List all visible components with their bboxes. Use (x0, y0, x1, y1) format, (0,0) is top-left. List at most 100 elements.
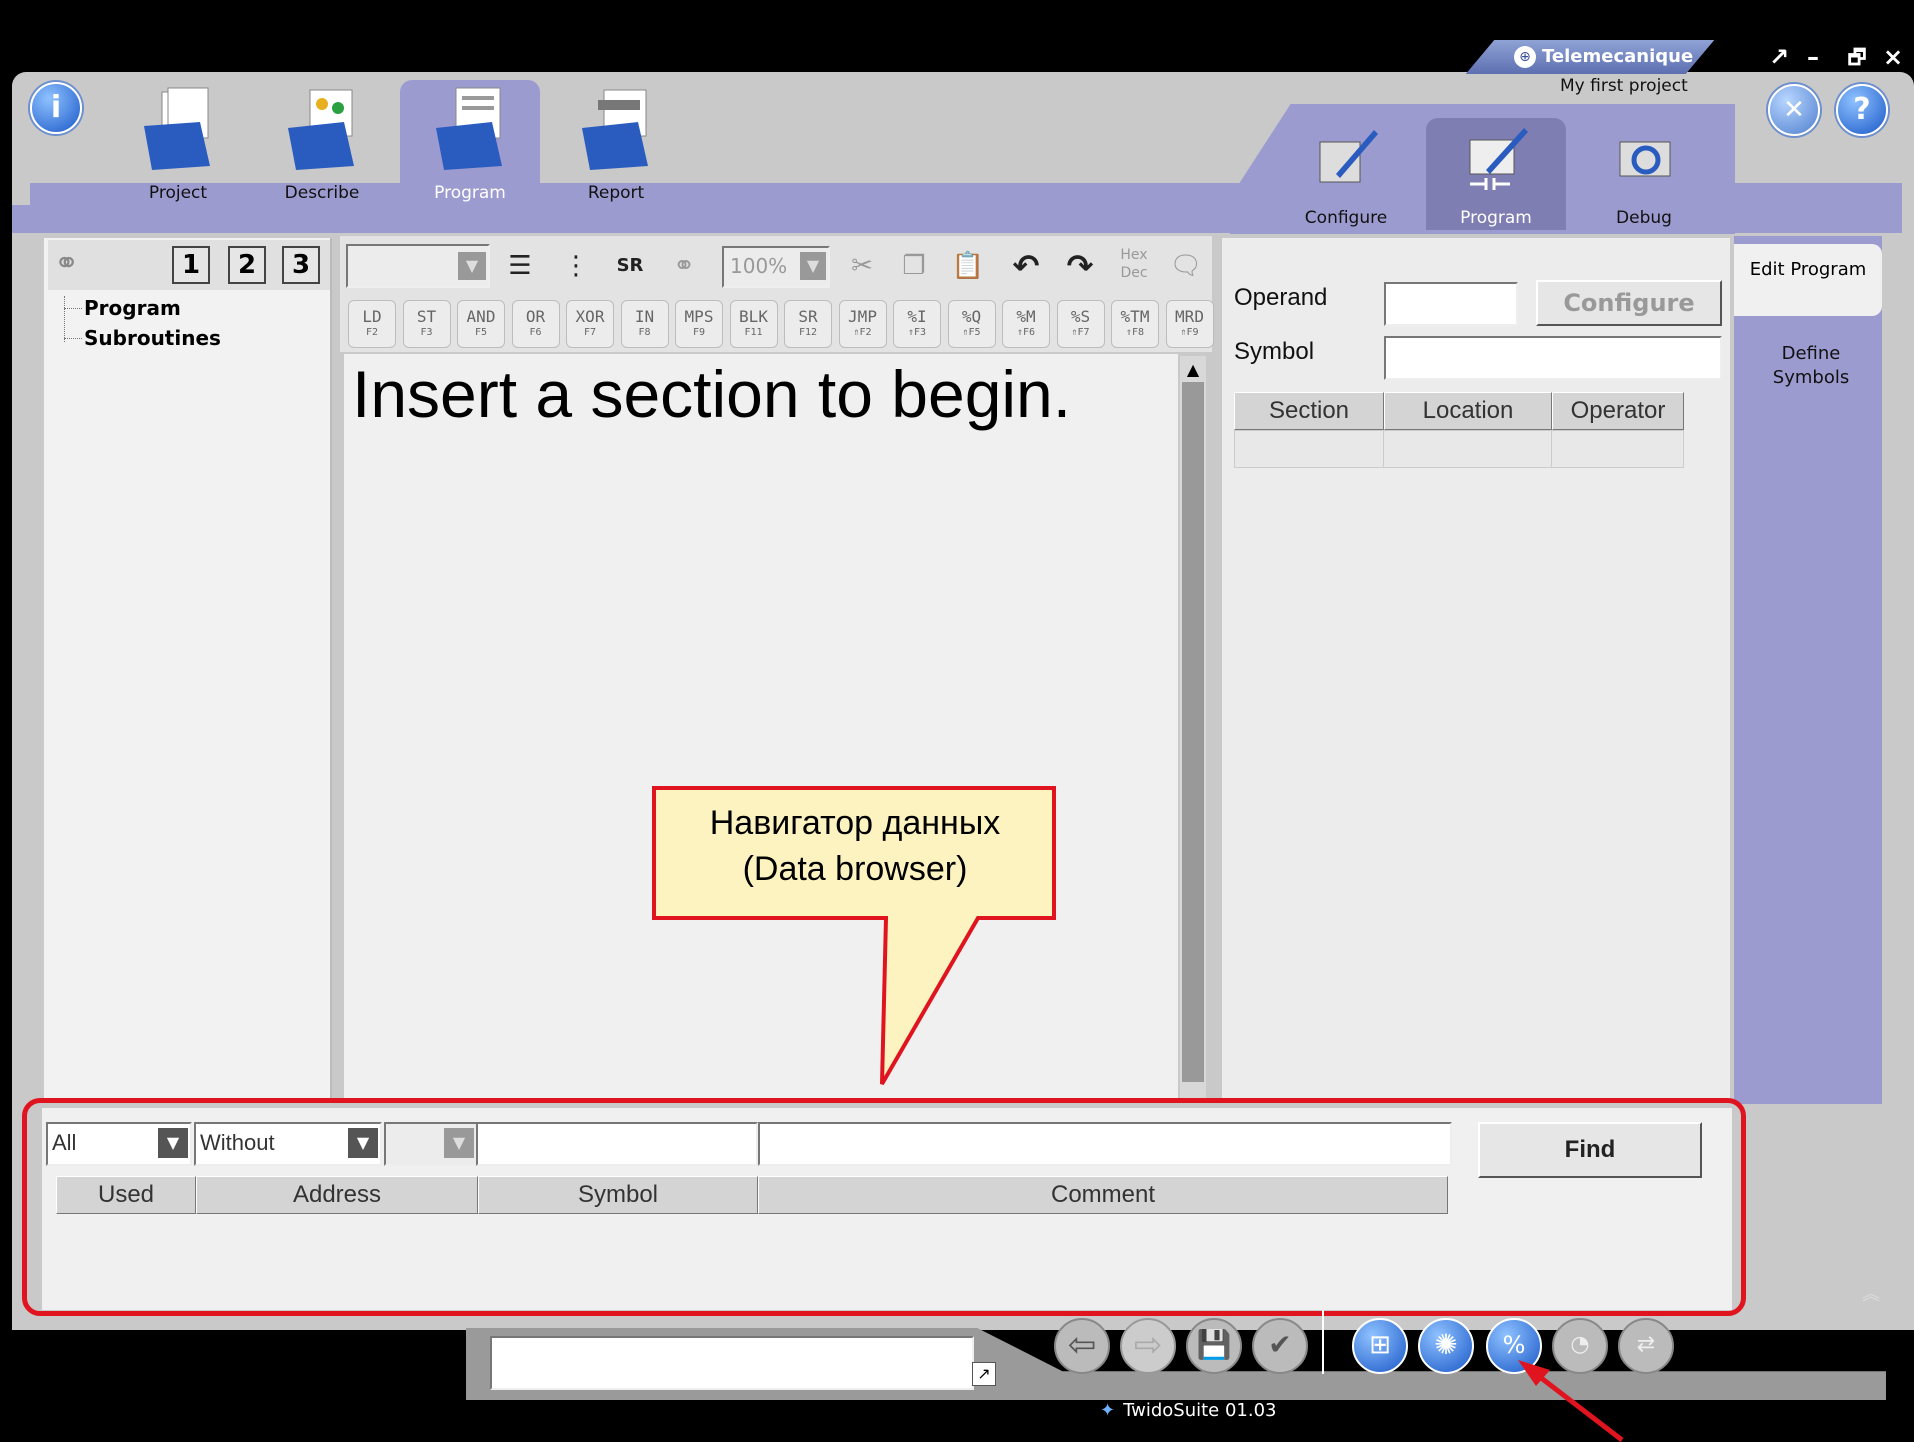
instruction-button[interactable]: XOR F7 (566, 300, 614, 348)
view-1-button[interactable]: 1 (172, 246, 210, 284)
copy-icon[interactable]: ❐ (894, 246, 934, 286)
instruction-key: %I (907, 307, 927, 326)
zoom-select[interactable]: 100% ▼ (722, 246, 830, 288)
operand-table-row (1234, 430, 1684, 468)
cross-reference-icon[interactable]: ✺ (1418, 1318, 1474, 1374)
symbol-input[interactable] (1384, 336, 1722, 380)
instruction-button[interactable]: %I ⇑F3 (893, 300, 941, 348)
instruction-button[interactable]: BLK F11 (729, 300, 778, 348)
instruction-shortcut: F12 (798, 327, 818, 338)
instruction-key: IN (634, 307, 655, 326)
task-edit-program[interactable]: Edit Program (1734, 244, 1882, 316)
tree-item-program[interactable]: Program (84, 296, 181, 320)
column-location[interactable]: Location (1384, 392, 1552, 430)
forward-icon[interactable]: ⇨ (1120, 1318, 1176, 1374)
insert-subroutine-icon[interactable]: ⋮ (556, 246, 596, 286)
window-minimize-button[interactable]: – (1798, 42, 1828, 72)
describe-folder-icon (288, 89, 354, 170)
instruction-key: %TM (1120, 307, 1150, 326)
instruction-button[interactable]: MRD ⇑F9 (1165, 300, 1214, 348)
tab-program[interactable]: Program (400, 80, 540, 205)
instruction-button[interactable]: ST F3 (402, 300, 451, 348)
instruction-shortcut: F8 (638, 327, 651, 338)
insert-section-icon[interactable]: ☰ (500, 246, 540, 286)
project-folder-icon (144, 87, 210, 170)
link-icon[interactable]: ⚭ (54, 246, 79, 281)
comment-icon[interactable]: 🗨 (1166, 246, 1206, 286)
instruction-button[interactable]: %Q ⇑F5 (947, 300, 996, 348)
instruction-shortcut: ⇑F3 (907, 327, 927, 338)
link-icon[interactable]: ⚭ (664, 246, 704, 286)
task-define-symbols[interactable]: Define Symbols (1766, 342, 1856, 390)
subtab-debug[interactable]: Debug (1574, 118, 1714, 230)
instruction-shortcut: ⇑F5 (962, 327, 981, 338)
instruction-button[interactable]: MPS F9 (675, 300, 723, 348)
expand-icon[interactable]: ↗ (972, 1362, 996, 1386)
instruction-key: JMP (848, 307, 877, 326)
debug-icon (1619, 141, 1671, 177)
info-icon[interactable]: i (30, 82, 82, 134)
editor-scrollbar[interactable]: ▲ (1180, 356, 1206, 1100)
instruction-button[interactable]: JMP ⇑F2 (838, 300, 887, 348)
window-close-button[interactable]: × (1878, 42, 1908, 72)
instruction-button[interactable]: %M ⇑F6 (1002, 300, 1050, 348)
cut-icon[interactable]: ✂ (842, 246, 882, 286)
help-icon[interactable]: ? (1836, 84, 1888, 136)
instruction-button[interactable]: AND F5 (457, 300, 505, 348)
pointer-arrow (1518, 1360, 1624, 1442)
instruction-button[interactable]: %TM ⇑F8 (1111, 300, 1159, 348)
instruction-shortcut: ⇑F6 (1016, 327, 1036, 338)
instruction-button[interactable]: LD F2 (348, 300, 396, 348)
save-icon[interactable]: 💾 (1186, 1318, 1242, 1374)
tree-branch (64, 338, 82, 339)
operand-input[interactable] (1384, 282, 1518, 326)
message-field[interactable] (490, 1336, 974, 1390)
instruction-button[interactable]: IN F8 (620, 300, 669, 348)
configure-button[interactable]: Configure (1536, 280, 1722, 326)
redo-icon[interactable]: ↷ (1060, 246, 1100, 286)
instruction-key: MPS (684, 307, 714, 326)
instruction-button[interactable]: OR F6 (511, 300, 560, 348)
tree-lines (64, 296, 83, 342)
tab-describe[interactable]: Describe (252, 80, 392, 205)
undo-icon[interactable]: ↶ (1006, 246, 1046, 286)
collapse-icon[interactable]: ︽ (1862, 1280, 1880, 1306)
subtab-configure[interactable]: Configure (1276, 118, 1416, 230)
instruction-shortcut: ⇑F7 (1071, 327, 1090, 338)
instruction-key: SR (798, 307, 818, 326)
symbol-label: Symbol (1234, 338, 1315, 365)
back-icon[interactable]: ⇦ (1054, 1318, 1110, 1374)
subtab-program[interactable]: Program (1426, 118, 1566, 230)
program-list-icon[interactable]: ⊞ (1352, 1318, 1408, 1374)
window-maximize-button[interactable]: 🗗 (1842, 42, 1872, 72)
editor-message: Insert a section to begin. (352, 357, 1072, 431)
view-3-button[interactable]: 3 (282, 246, 320, 284)
view-2-button[interactable]: 2 (228, 246, 266, 284)
tree-item-subroutines[interactable]: Subroutines (84, 326, 221, 350)
instruction-button[interactable]: SR F12 (784, 300, 832, 348)
program-pencil-icon (1469, 128, 1528, 190)
instruction-shortcut: ⇑F8 (1125, 327, 1145, 338)
instruction-shortcut: ⇑F2 (853, 327, 872, 338)
column-section[interactable]: Section (1234, 392, 1384, 430)
instruction-shortcut: F2 (365, 327, 379, 338)
left-tree-panel (44, 238, 332, 1100)
paste-icon[interactable]: 📋 (948, 246, 988, 286)
scroll-thumb[interactable] (1182, 382, 1204, 1082)
instruction-key: ST (416, 307, 437, 326)
scroll-up-icon[interactable]: ▲ (1182, 360, 1204, 380)
hex-dec-toggle[interactable]: Hex Dec (1114, 246, 1154, 286)
stop-icon[interactable]: ✕ (1768, 84, 1820, 136)
section-select[interactable]: ▼ (346, 244, 490, 288)
instruction-shortcut: F7 (583, 327, 597, 338)
operand-label: Operand (1234, 284, 1328, 311)
instruction-shortcut: F5 (474, 327, 488, 338)
instruction-key: %S (1070, 307, 1091, 326)
instruction-button[interactable]: %S ⇑F7 (1056, 300, 1105, 348)
window-restore-up-button[interactable]: ↗ (1764, 42, 1794, 72)
tab-report[interactable]: Report (546, 80, 686, 205)
column-operator[interactable]: Operator (1552, 392, 1684, 430)
save-as-icon[interactable]: ✔ (1252, 1318, 1308, 1374)
insert-sr-icon[interactable]: SR (610, 246, 650, 286)
tab-project[interactable]: Project (108, 80, 248, 205)
